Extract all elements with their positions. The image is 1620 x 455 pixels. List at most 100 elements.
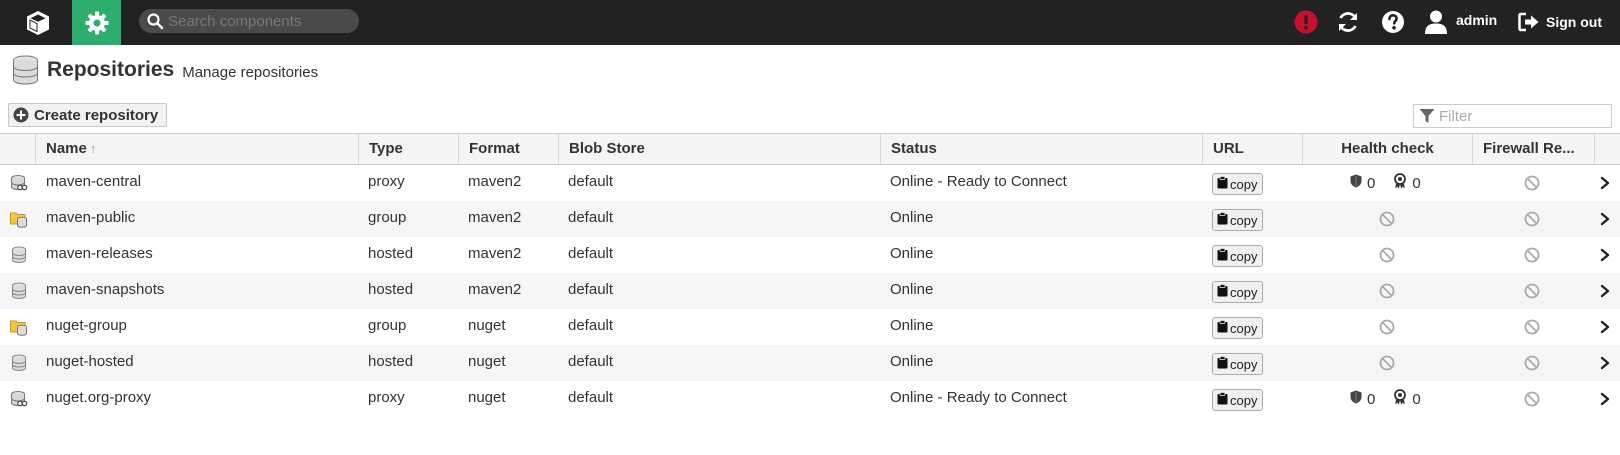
copy-label: copy (1230, 248, 1258, 264)
column-header-health-check[interactable]: Health check (1302, 134, 1472, 164)
clipboard-icon (1217, 248, 1230, 264)
health-check-summary[interactable]: 00 (1350, 172, 1439, 194)
column-header-actions (1594, 134, 1620, 164)
question-circle-icon[interactable] (1378, 7, 1408, 37)
refresh-icon[interactable] (1333, 7, 1363, 37)
repository-type: hosted (368, 281, 414, 298)
chevron-right-icon[interactable] (1598, 319, 1612, 335)
hosted-repo-icon (10, 246, 28, 264)
column-header-status[interactable]: Status (880, 134, 1202, 164)
chevron-right-icon[interactable] (1598, 283, 1612, 299)
repositories-grid: Name ↑ Type Format Blob Store Status URL … (0, 133, 1620, 417)
clipboard-icon (1217, 392, 1230, 408)
copy-url-button[interactable]: copy (1212, 317, 1264, 339)
copy-url-button[interactable]: copy (1212, 281, 1264, 303)
copy-label: copy (1230, 356, 1258, 372)
clipboard-icon (1217, 320, 1230, 336)
hosted-repo-icon (10, 282, 28, 300)
copy-url-button[interactable]: copy (1212, 245, 1264, 267)
firewall-disabled-icon (1524, 211, 1540, 227)
page-header: Repositories Manage repositories (12, 55, 318, 85)
search-icon (146, 12, 164, 30)
table-row[interactable]: maven-public group maven2 default Online copy (0, 201, 1620, 237)
health-check-disabled-icon[interactable] (1379, 319, 1395, 335)
repository-type: hosted (368, 353, 414, 370)
proxy-repo-icon (10, 174, 28, 192)
grid-header: Name ↑ Type Format Blob Store Status URL … (0, 133, 1620, 165)
table-row[interactable]: nuget.org-proxy proxy nuget default Online -… (0, 381, 1620, 417)
repository-status: Online (890, 209, 934, 226)
table-row[interactable]: maven-releases hosted maven2 default Online c… (0, 237, 1620, 273)
repository-status: Online (890, 281, 934, 298)
group-repo-icon (10, 210, 28, 228)
chevron-right-icon[interactable] (1598, 247, 1612, 263)
repository-type: group (368, 209, 407, 226)
create-repository-button[interactable]: Create repository (8, 103, 168, 127)
table-row[interactable]: nuget-group group nuget default Online copy (0, 309, 1620, 345)
firewall-disabled-icon (1524, 391, 1540, 407)
sign-out-label: Sign out (1546, 14, 1602, 30)
health-check-disabled-icon[interactable] (1379, 211, 1395, 227)
clipboard-icon (1217, 284, 1230, 300)
copy-url-button[interactable]: copy (1212, 353, 1264, 375)
repository-status: Online - Ready to Connect (890, 173, 1067, 190)
health-check-disabled-icon[interactable] (1379, 355, 1395, 371)
search-input[interactable] (168, 12, 348, 30)
page-subtitle: Manage repositories (182, 64, 319, 81)
repository-type: proxy (368, 173, 405, 190)
license-issue-count: 0 (1412, 174, 1421, 192)
health-check-disabled-icon[interactable] (1379, 247, 1395, 263)
sign-out-button[interactable]: Sign out (1518, 9, 1602, 35)
repository-status: Online - Ready to Connect (890, 389, 1067, 406)
repository-blob-store: default (568, 317, 614, 334)
cube-icon[interactable] (20, 5, 56, 41)
filter-icon (1419, 108, 1435, 124)
clipboard-icon (1217, 356, 1230, 372)
column-header-format[interactable]: Format (458, 134, 558, 164)
gear-icon[interactable] (72, 0, 121, 45)
repository-format: nuget (468, 389, 506, 406)
repository-type: proxy (368, 389, 405, 406)
search-box (139, 9, 359, 33)
chevron-right-icon[interactable] (1598, 355, 1612, 371)
repository-name: maven-public (46, 209, 136, 226)
top-navigation-bar: admin Sign out (0, 0, 1620, 45)
column-header-firewall[interactable]: Firewall Re... (1472, 134, 1594, 164)
chevron-right-icon[interactable] (1598, 211, 1612, 227)
chevron-right-icon[interactable] (1598, 175, 1612, 191)
table-row[interactable]: maven-central proxy maven2 default Online - … (0, 165, 1620, 201)
repository-name: maven-snapshots (46, 281, 165, 298)
copy-url-button[interactable]: copy (1212, 209, 1264, 231)
license-ribbon-icon (1393, 173, 1412, 193)
copy-url-button[interactable]: copy (1212, 173, 1264, 195)
health-check-summary[interactable]: 00 (1350, 388, 1439, 410)
repository-blob-store: default (568, 173, 614, 190)
column-header-blob-store[interactable]: Blob Store (558, 134, 880, 164)
repository-blob-store: default (568, 209, 614, 226)
copy-url-button[interactable]: copy (1212, 389, 1264, 411)
filter-input[interactable] (1439, 107, 1609, 125)
user-icon[interactable] (1421, 7, 1451, 37)
health-check-disabled-icon[interactable] (1379, 283, 1395, 299)
copy-label: copy (1230, 176, 1258, 192)
copy-label: copy (1230, 320, 1258, 336)
exclamation-circle-icon[interactable] (1291, 7, 1321, 37)
plus-circle-icon (13, 107, 29, 123)
create-repository-label: Create repository (34, 106, 159, 124)
table-row[interactable]: maven-snapshots hosted maven2 default Online… (0, 273, 1620, 309)
column-header-url[interactable]: URL (1202, 134, 1302, 164)
username-label[interactable]: admin (1456, 12, 1497, 28)
repository-format: nuget (468, 353, 506, 370)
repository-blob-store: default (568, 389, 614, 406)
firewall-disabled-icon (1524, 247, 1540, 263)
security-issue-count: 0 (1367, 390, 1376, 408)
repository-blob-store: default (568, 245, 614, 262)
column-header-type[interactable]: Type (358, 134, 458, 164)
main-content: Repositories Manage repositories Create … (0, 45, 1620, 455)
security-issue-count: 0 (1367, 174, 1376, 192)
chevron-right-icon[interactable] (1598, 391, 1612, 407)
repository-format: maven2 (468, 281, 522, 298)
table-row[interactable]: nuget-hosted hosted nuget default Online copy (0, 345, 1620, 381)
column-header-name[interactable]: Name ↑ (35, 134, 358, 164)
repository-format: maven2 (468, 209, 522, 226)
